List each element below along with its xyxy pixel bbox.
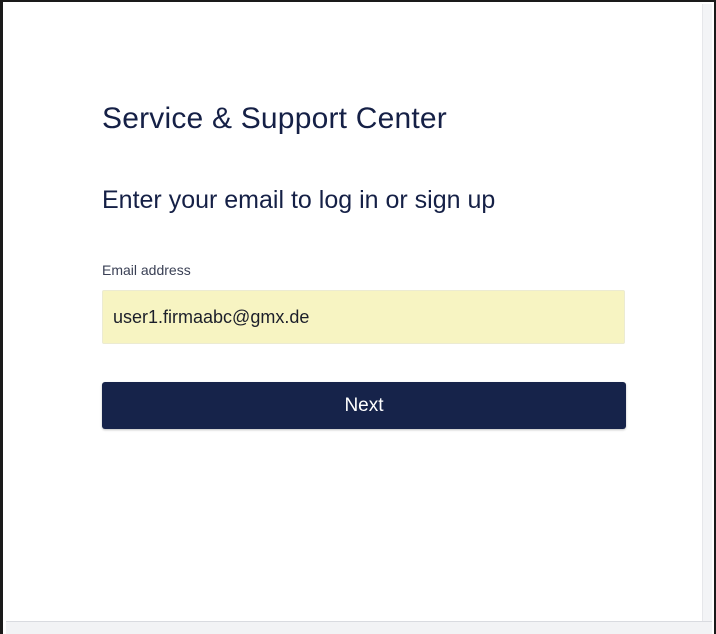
page-subtitle: Enter your email to log in or sign up: [102, 186, 496, 214]
login-panel: Service & Support Center Enter your emai…: [0, 0, 716, 634]
email-label: Email address: [102, 262, 191, 278]
email-field[interactable]: [102, 290, 625, 344]
footer-strip: [6, 621, 712, 634]
page-title: Service & Support Center: [102, 102, 447, 135]
scrollbar-track[interactable]: [702, 4, 712, 624]
next-button[interactable]: Next: [102, 382, 626, 429]
